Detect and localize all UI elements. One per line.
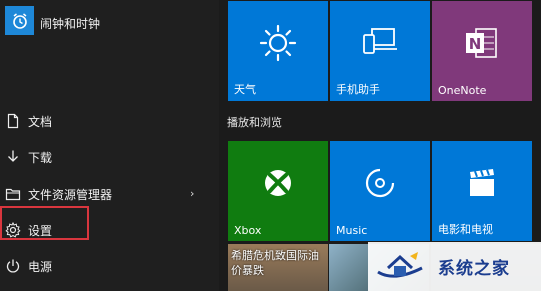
onenote-icon: N <box>464 25 500 65</box>
nav-item-documents[interactable]: 文档 <box>0 105 219 135</box>
tile-label: Music <box>336 224 368 237</box>
tile-label: 手机助手 <box>336 83 380 96</box>
folder-icon <box>5 186 21 202</box>
watermark-text: 系统之家 <box>438 259 510 279</box>
app-list-item-label: 闹钟和时钟 <box>40 17 101 31</box>
alarm-clock-icon <box>5 6 34 35</box>
tile-onenote[interactable]: N OneNote <box>432 1 532 101</box>
app-list-item-alarms[interactable]: 闹钟和时钟 <box>0 6 219 38</box>
nav-item-file-explorer[interactable]: 文件资源管理器 › <box>0 178 219 208</box>
settings-highlight-box <box>0 206 89 240</box>
nav-item-downloads[interactable]: 下载 <box>0 141 219 171</box>
tile-news[interactable]: 希腊危机致国际油价暴跌 <box>228 244 328 291</box>
nav-item-label: 电源 <box>28 260 53 274</box>
tile-label: OneNote <box>438 84 487 97</box>
chevron-right-icon[interactable]: › <box>190 187 194 200</box>
document-icon <box>5 113 21 129</box>
tile-label: 天气 <box>234 83 256 96</box>
nav-item-label: 文件资源管理器 <box>28 188 113 202</box>
watermark-logo: 系统之家 <box>368 242 541 291</box>
start-menu-left-pane: 闹钟和时钟 文档 下载 文件资源管理器 › 设置 电源 <box>0 0 219 291</box>
house-logo-icon <box>374 248 434 286</box>
tile-group-label[interactable]: 播放和浏览 <box>227 114 282 130</box>
tile-label: 电影和电视 <box>438 223 493 236</box>
download-icon <box>5 149 21 165</box>
nav-item-label: 下载 <box>28 151 53 165</box>
tile-weather[interactable]: 天气 <box>228 1 328 101</box>
xbox-icon <box>260 165 296 205</box>
clapperboard-icon <box>464 166 500 204</box>
svg-text:N: N <box>469 35 482 53</box>
tile-label: Xbox <box>234 224 262 237</box>
tile-music[interactable]: Music <box>330 141 430 241</box>
music-disc-icon <box>362 165 398 205</box>
phone-laptop-icon <box>360 26 400 64</box>
tile-xbox[interactable]: Xbox <box>228 141 328 241</box>
news-headline: 希腊危机致国际油价暴跌 <box>231 249 319 277</box>
power-icon <box>5 258 21 274</box>
tile-movies-tv[interactable]: 电影和电视 <box>432 141 532 241</box>
tile-phone-companion[interactable]: 手机助手 <box>330 1 430 101</box>
nav-item-label: 文档 <box>28 115 53 129</box>
sun-icon <box>258 23 298 67</box>
nav-item-power[interactable]: 电源 <box>0 250 219 280</box>
